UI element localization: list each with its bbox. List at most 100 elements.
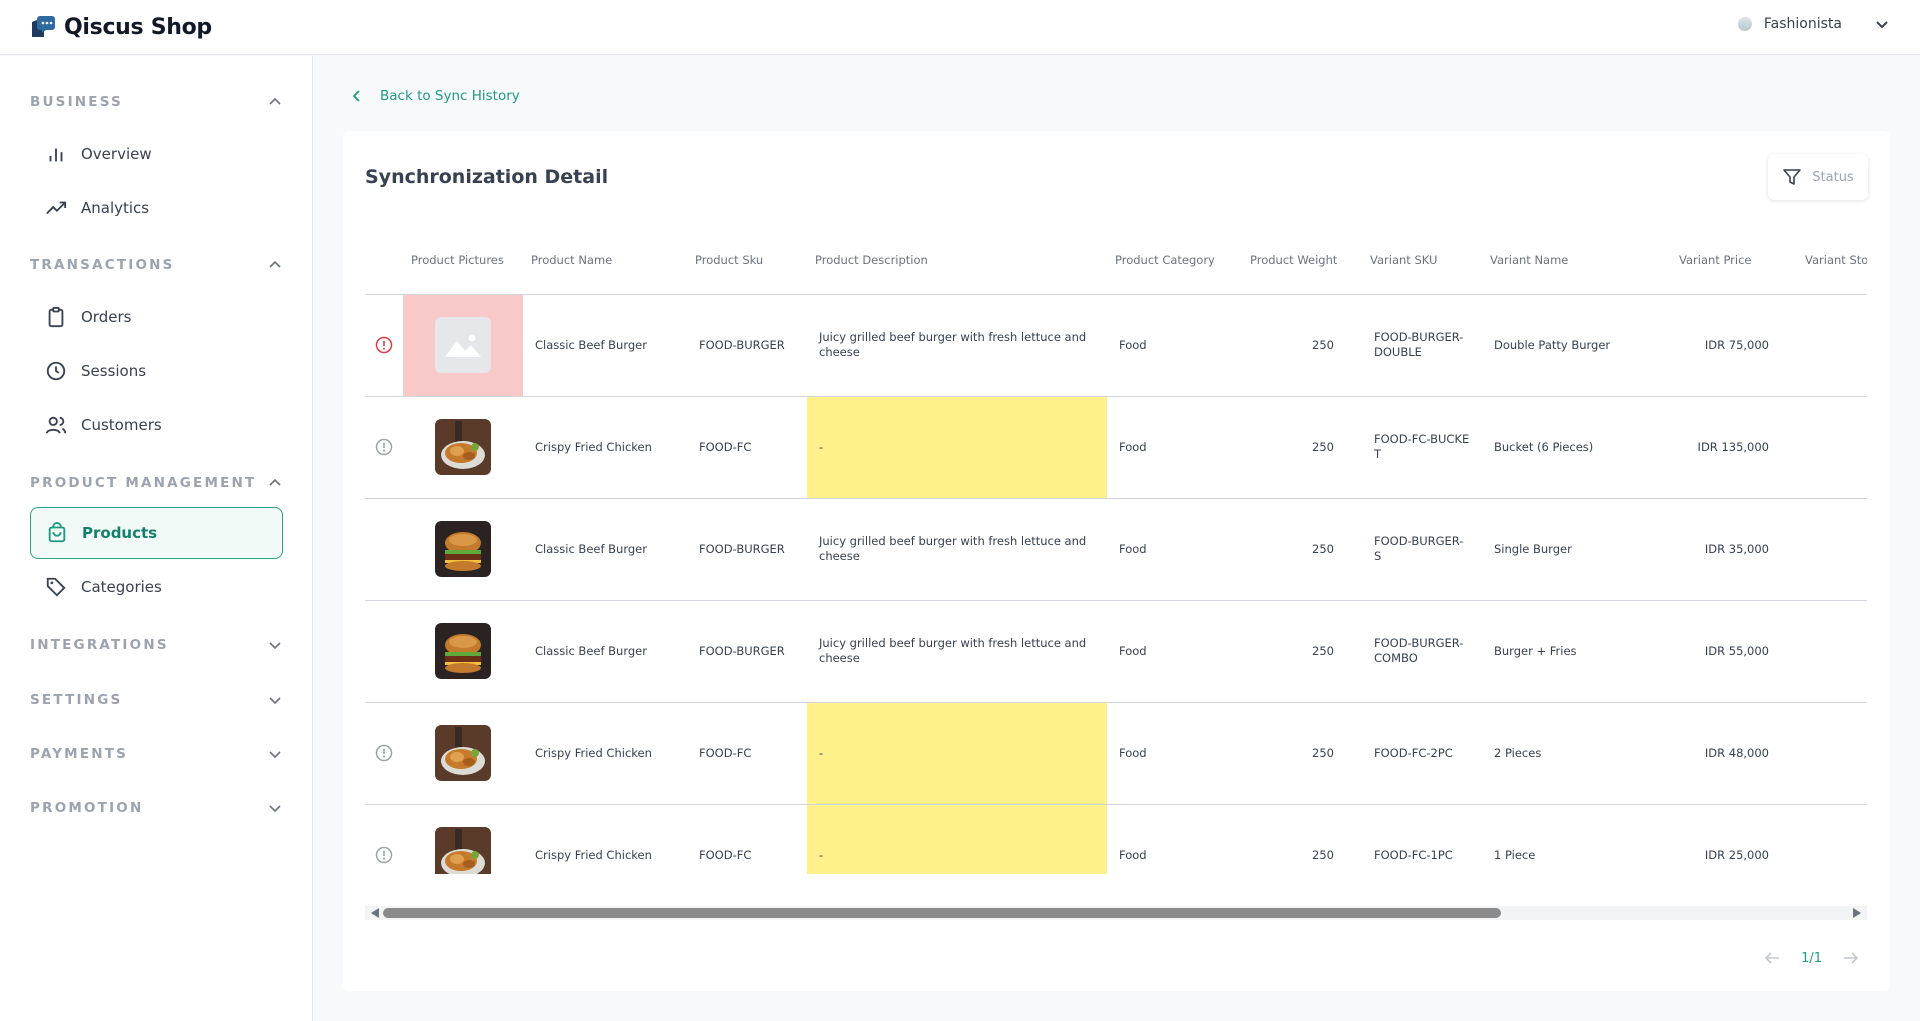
variant-price-cell: IDR 135,000	[1647, 396, 1797, 499]
clipboard-icon	[48, 306, 64, 328]
table-row[interactable]: Classic Beef Burger FOOD-BURGER Juicy gril…	[365, 498, 1867, 601]
warning-alert-icon[interactable]	[375, 846, 393, 864]
sidebar-item-customers[interactable]: Customers	[30, 399, 283, 451]
variant-stock-cell: 40	[1797, 702, 1867, 805]
sidebar-item-analytics[interactable]: Analytics	[30, 182, 283, 234]
section-label: PAYMENTS	[30, 746, 129, 762]
burger-image	[435, 521, 491, 577]
section-settings[interactable]: SETTINGS	[30, 689, 283, 711]
product-picture-cell	[403, 396, 523, 499]
scroll-left-icon[interactable]	[371, 908, 379, 918]
product-description-cell: Juicy grilled beef burger with fresh let…	[807, 498, 1107, 601]
scroll-right-icon[interactable]	[1853, 908, 1861, 918]
sidebar-item-products[interactable]: Products	[30, 507, 283, 559]
user-menu[interactable]: Fashionista	[1737, 16, 1890, 32]
chevron-down-icon[interactable]	[1874, 16, 1890, 32]
sync-detail-card: Synchronization Detail Status Product Pi…	[343, 131, 1890, 991]
table-row[interactable]: Crispy Fried Chicken FOOD-FC - Food 250 FOOD-…	[365, 702, 1867, 805]
section-business[interactable]: BUSINESS	[30, 91, 283, 113]
chevron-up-icon	[269, 260, 281, 268]
column-header: Product Name	[523, 226, 687, 295]
product-weight-cell: 250	[1242, 498, 1362, 601]
sync-table-container[interactable]: Product Pictures Product Name Product Sk…	[365, 226, 1867, 874]
table-row[interactable]: Crispy Fried Chicken FOOD-FC - Food 250 FOOD-…	[365, 804, 1867, 874]
variant-name-cell: Burger + Fries	[1482, 600, 1647, 703]
sidebar-item-label: Customers	[81, 416, 162, 434]
product-weight-cell: 250	[1242, 804, 1362, 874]
table-row[interactable]: Classic Beef Burger FOOD-BURGER Juicy gril…	[365, 600, 1867, 703]
variant-stock-cell: 50	[1797, 804, 1867, 874]
column-header: Variant Price	[1647, 226, 1797, 295]
pagination: 1/1	[1763, 949, 1860, 967]
filter-icon	[1783, 169, 1802, 185]
sidebar-item-categories[interactable]: Categories	[30, 561, 283, 613]
section-label: SETTINGS	[30, 692, 123, 708]
status-filter-button[interactable]: Status	[1768, 154, 1868, 200]
bar-chart-icon	[49, 148, 63, 162]
product-description-cell: -	[807, 396, 1107, 499]
column-header: Variant Sto	[1797, 226, 1867, 295]
section-promotion[interactable]: PROMOTION	[30, 797, 283, 819]
back-to-sync-history-link[interactable]: Back to Sync History	[350, 88, 520, 104]
section-label: PRODUCT MANAGEMENT	[30, 475, 257, 491]
arrow-left-icon[interactable]	[1763, 949, 1781, 967]
scrollbar-thumb[interactable]	[383, 908, 1501, 918]
brand[interactable]: Qiscus Shop	[30, 14, 212, 40]
sidebar-item-overview[interactable]: Overview	[30, 128, 283, 180]
product-sku-cell: FOOD-BURGER	[687, 600, 807, 703]
chevron-down-icon	[269, 642, 281, 650]
column-header: Variant SKU	[1362, 226, 1482, 295]
chevron-down-icon	[269, 805, 281, 813]
sidebar-item-label: Overview	[81, 145, 152, 163]
warning-alert-icon[interactable]	[375, 744, 393, 762]
error-alert-icon[interactable]	[375, 336, 393, 354]
section-transactions[interactable]: TRANSACTIONS	[30, 254, 283, 276]
product-description-cell: Juicy grilled beef burger with fresh let…	[807, 600, 1107, 703]
product-sku-cell: FOOD-FC	[687, 702, 807, 805]
column-header: Product Pictures	[403, 226, 523, 295]
burger-image	[435, 623, 491, 679]
app-name: Qiscus Shop	[64, 14, 212, 40]
product-name-cell: Classic Beef Burger	[523, 498, 687, 601]
fried-chicken-image	[435, 725, 491, 781]
product-category-cell: Food	[1107, 396, 1242, 499]
tag-icon	[46, 577, 66, 597]
variant-price-cell: IDR 75,000	[1647, 294, 1797, 397]
product-description-cell: Juicy grilled beef burger with fresh let…	[807, 294, 1107, 397]
product-category-cell: Food	[1107, 804, 1242, 874]
product-picture-cell	[403, 804, 523, 874]
product-weight-cell: 250	[1242, 294, 1362, 397]
sidebar-item-sessions[interactable]: Sessions	[30, 345, 283, 397]
product-sku-cell: FOOD-FC	[687, 396, 807, 499]
top-bar: Qiscus Shop Fashionista	[0, 0, 1920, 55]
variant-stock-cell: 30	[1797, 600, 1867, 703]
warning-alert-icon[interactable]	[375, 438, 393, 456]
section-label: PROMOTION	[30, 800, 144, 816]
variant-stock-cell: 20	[1797, 396, 1867, 499]
table-row[interactable]: Crispy Fried Chicken FOOD-FC - Food 250 FOOD-…	[365, 396, 1867, 499]
section-product-management[interactable]: PRODUCT MANAGEMENT	[30, 472, 283, 494]
sidebar-item-orders[interactable]: Orders	[30, 291, 283, 343]
product-weight-cell: 250	[1242, 600, 1362, 703]
variant-price-cell: IDR 25,000	[1647, 804, 1797, 874]
image-placeholder	[435, 317, 491, 373]
table-row[interactable]: Classic Beef Burger FOOD-BURGER Juicy gril…	[365, 294, 1867, 397]
column-header: Variant Name	[1482, 226, 1647, 295]
product-picture-cell	[403, 294, 523, 397]
status-column-header	[365, 226, 403, 295]
users-icon	[45, 416, 67, 434]
variant-sku-cell: FOOD-BURGER-COMBO	[1362, 600, 1482, 703]
variant-sku-cell: FOOD-BURGER-S	[1362, 498, 1482, 601]
product-name-cell: Crispy Fried Chicken	[523, 396, 687, 499]
section-payments[interactable]: PAYMENTS	[30, 743, 283, 765]
avatar	[1737, 17, 1752, 31]
arrow-right-icon[interactable]	[1842, 949, 1860, 967]
page-title: Synchronization Detail	[365, 166, 609, 188]
user-name: Fashionista	[1763, 16, 1842, 32]
variant-stock-cell: 20	[1797, 294, 1867, 397]
section-integrations[interactable]: INTEGRATIONS	[30, 634, 283, 656]
horizontal-scrollbar[interactable]	[365, 906, 1867, 920]
trending-up-icon	[46, 201, 67, 215]
chevron-down-icon	[269, 751, 281, 759]
status-cell	[365, 498, 403, 601]
